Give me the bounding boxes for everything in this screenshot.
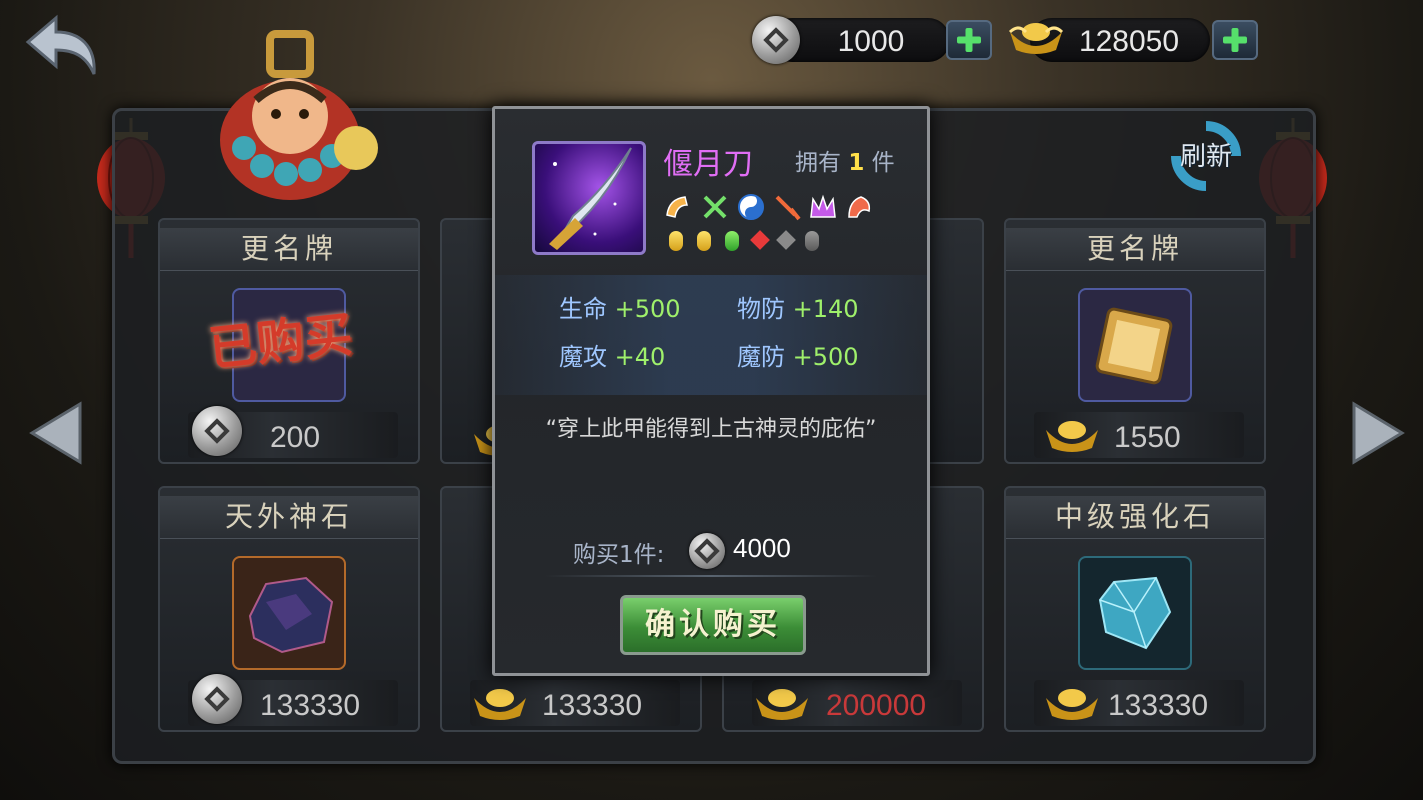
card-price: 133330 <box>542 689 643 722</box>
stat-value: +140 <box>792 295 859 323</box>
owned-suffix: 件 <box>871 150 895 176</box>
red-gem-icon <box>750 230 770 250</box>
card-title: 中级强化石 <box>1006 496 1264 539</box>
card-title: 天外神石 <box>160 496 418 539</box>
name-plaque-icon <box>1095 307 1173 385</box>
card-title: 更名牌 <box>160 228 418 271</box>
add-gold-button[interactable] <box>1212 20 1258 60</box>
stat-name: 生命 <box>559 295 607 323</box>
card-price: 133330 <box>1108 689 1209 722</box>
gold-ingot-icon <box>1008 23 1064 54</box>
yellow-gem-icon <box>697 231 711 251</box>
confirm-purchase-button[interactable]: 确认购买 <box>620 595 806 655</box>
stat-hp: 生命 +500 <box>559 289 681 324</box>
stat-name: 魔攻 <box>559 343 607 371</box>
stat-magic-atk: 魔攻 +40 <box>559 337 665 372</box>
card-price: 200000 <box>826 689 927 722</box>
stat-name: 物防 <box>737 295 785 323</box>
shop-card-rename-token-1[interactable]: 更名牌 已购买 200 <box>158 218 420 464</box>
stat-value: +40 <box>614 343 666 371</box>
refresh-label: 刷新 <box>1179 142 1232 172</box>
silver-amount: 1000 <box>837 25 905 58</box>
phoenix-trait-icon <box>848 196 871 218</box>
gold-ingot-icon <box>756 689 808 720</box>
owned-prefix: 拥有 <box>795 150 841 176</box>
crown-trait-icon <box>810 194 836 218</box>
card-price: 200 <box>270 421 321 454</box>
silver-coin-icon <box>192 406 242 456</box>
back-arrow-icon[interactable] <box>22 12 102 82</box>
spear-trait-icon <box>775 195 801 221</box>
owned-count: 1 <box>848 150 865 176</box>
shop-card-rename-token-2[interactable]: 更名牌 1550 <box>1004 218 1266 464</box>
stat-value: +500 <box>614 295 681 323</box>
celestial-stone-icon <box>232 556 346 670</box>
divider <box>545 575 877 577</box>
card-price: 133330 <box>260 689 361 722</box>
bought-stamp: 已购买 <box>205 306 356 378</box>
stat-value: +500 <box>792 343 859 371</box>
refresh-button[interactable]: 刷新 <box>1170 120 1242 192</box>
item-name: 偃月刀 <box>663 147 753 182</box>
crescent-blade-icon <box>532 141 646 255</box>
empty-gem-slot-icon <box>805 231 819 251</box>
owned-count-label: 拥有 1 件 <box>795 143 895 177</box>
stat-magic-def: 魔防 +500 <box>737 337 859 372</box>
add-silver-button[interactable] <box>946 20 992 60</box>
gold-ingot-icon <box>1046 689 1098 720</box>
crossed-swords-trait-icon <box>703 195 727 219</box>
crystal-icon <box>1098 576 1172 650</box>
merchant-character-icon <box>220 30 378 200</box>
card-title: 更名牌 <box>1006 228 1264 271</box>
gold-ingot-icon <box>1046 421 1098 452</box>
item-description: “穿上此甲能得到上古神灵的庇佑” <box>545 417 877 442</box>
rename-token-icon <box>1078 288 1192 402</box>
empty-gem-slot-icon <box>776 230 796 250</box>
card-price: 1550 <box>1114 421 1181 454</box>
buy-price: 4000 <box>733 533 791 563</box>
gold-amount: 128050 <box>1078 25 1180 58</box>
blade-icon <box>549 147 632 250</box>
shop-card-celestial-stone[interactable]: 天外神石 133330 <box>158 486 420 732</box>
yin-yang-trait-icon <box>738 194 764 220</box>
item-detail-popup: 偃月刀 拥有 1 件 生命 +500 物防 +140 魔攻 +40 魔防 +50… <box>492 106 930 676</box>
next-page-arrow-icon[interactable] <box>1350 400 1406 466</box>
buy-quantity-label: 购买1件: <box>573 542 665 568</box>
stat-name: 魔防 <box>737 343 785 371</box>
rock-icon <box>248 576 334 654</box>
silver-coin-icon <box>752 16 800 64</box>
silver-coin-icon <box>689 533 725 569</box>
stat-phys-def: 物防 +140 <box>737 289 859 324</box>
shop-card-mid-enhance-stone[interactable]: 中级强化石 133330 <box>1004 486 1266 732</box>
gold-ingot-icon <box>474 689 526 720</box>
enhance-stone-icon <box>1078 556 1192 670</box>
yellow-gem-icon <box>669 231 683 251</box>
prev-page-arrow-icon[interactable] <box>28 400 84 466</box>
silver-coin-icon <box>192 674 242 724</box>
green-gem-icon <box>725 231 739 251</box>
horse-trait-icon <box>666 196 688 218</box>
